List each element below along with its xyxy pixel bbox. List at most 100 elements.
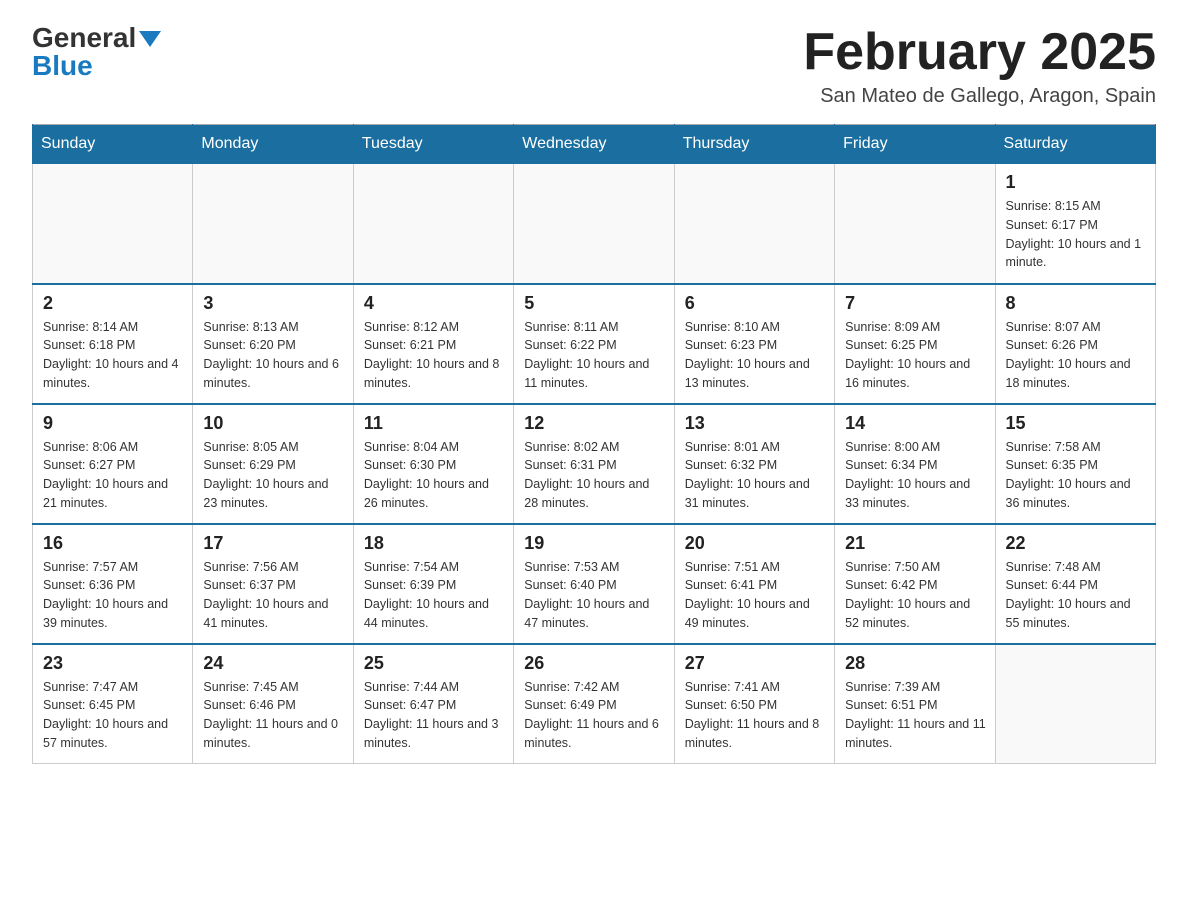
day-info: Sunrise: 8:00 AMSunset: 6:34 PMDaylight:… — [845, 438, 986, 513]
table-row: 27 Sunrise: 7:41 AMSunset: 6:50 PMDayligh… — [674, 644, 834, 764]
header-sunday: Sunday — [33, 125, 193, 164]
day-number: 21 — [845, 533, 986, 554]
day-number: 15 — [1006, 413, 1147, 434]
day-info: Sunrise: 8:09 AMSunset: 6:25 PMDaylight:… — [845, 318, 986, 393]
day-info: Sunrise: 8:07 AMSunset: 6:26 PMDaylight:… — [1006, 318, 1147, 393]
header-saturday: Saturday — [995, 125, 1155, 164]
day-number: 16 — [43, 533, 184, 554]
calendar-subtitle: San Mateo de Gallego, Aragon, Spain — [803, 85, 1156, 108]
table-row — [353, 164, 513, 284]
calendar-week-row: 23 Sunrise: 7:47 AMSunset: 6:45 PMDayligh… — [33, 644, 1156, 764]
title-section: February 2025 San Mateo de Gallego, Arag… — [803, 24, 1156, 108]
table-row — [835, 164, 995, 284]
day-number: 23 — [43, 653, 184, 674]
calendar-header-row: Sunday Monday Tuesday Wednesday Thursday… — [33, 125, 1156, 164]
table-row: 18 Sunrise: 7:54 AMSunset: 6:39 PMDayligh… — [353, 524, 513, 644]
day-number: 25 — [364, 653, 505, 674]
day-info: Sunrise: 7:41 AMSunset: 6:50 PMDaylight:… — [685, 678, 826, 753]
table-row: 19 Sunrise: 7:53 AMSunset: 6:40 PMDayligh… — [514, 524, 674, 644]
day-number: 17 — [203, 533, 344, 554]
header-wednesday: Wednesday — [514, 125, 674, 164]
table-row: 2Sunrise: 8:14 AMSunset: 6:18 PMDaylight… — [33, 284, 193, 404]
day-number: 5 — [524, 293, 665, 314]
day-info: Sunrise: 7:47 AMSunset: 6:45 PMDaylight:… — [43, 678, 184, 753]
table-row: 17 Sunrise: 7:56 AMSunset: 6:37 PMDayligh… — [193, 524, 353, 644]
day-info: Sunrise: 7:48 AMSunset: 6:44 PMDaylight:… — [1006, 558, 1147, 633]
table-row: 3 Sunrise: 8:13 AMSunset: 6:20 PMDaylight… — [193, 284, 353, 404]
table-row: 10 Sunrise: 8:05 AMSunset: 6:29 PMDayligh… — [193, 404, 353, 524]
day-number: 7 — [845, 293, 986, 314]
table-row: 11 Sunrise: 8:04 AMSunset: 6:30 PMDayligh… — [353, 404, 513, 524]
table-row — [674, 164, 834, 284]
day-info: Sunrise: 8:10 AMSunset: 6:23 PMDaylight:… — [685, 318, 826, 393]
day-number: 10 — [203, 413, 344, 434]
day-number: 26 — [524, 653, 665, 674]
day-number: 4 — [364, 293, 505, 314]
table-row: 14 Sunrise: 8:00 AMSunset: 6:34 PMDayligh… — [835, 404, 995, 524]
day-number: 1 — [1006, 172, 1147, 193]
day-info: Sunrise: 8:02 AMSunset: 6:31 PMDaylight:… — [524, 438, 665, 513]
logo: General Blue — [32, 24, 161, 80]
table-row: 6 Sunrise: 8:10 AMSunset: 6:23 PMDaylight… — [674, 284, 834, 404]
table-row: 13Sunrise: 8:01 AMSunset: 6:32 PMDayligh… — [674, 404, 834, 524]
day-info: Sunrise: 8:11 AMSunset: 6:22 PMDaylight:… — [524, 318, 665, 393]
logo-general: General — [32, 24, 136, 52]
day-number: 18 — [364, 533, 505, 554]
day-number: 28 — [845, 653, 986, 674]
calendar-title: February 2025 — [803, 24, 1156, 81]
day-info: Sunrise: 7:53 AMSunset: 6:40 PMDaylight:… — [524, 558, 665, 633]
table-row: 4 Sunrise: 8:12 AMSunset: 6:21 PMDaylight… — [353, 284, 513, 404]
table-row: 26 Sunrise: 7:42 AMSunset: 6:49 PMDayligh… — [514, 644, 674, 764]
table-row: 16 Sunrise: 7:57 AMSunset: 6:36 PMDayligh… — [33, 524, 193, 644]
table-row: 28Sunrise: 7:39 AMSunset: 6:51 PMDayligh… — [835, 644, 995, 764]
table-row — [193, 164, 353, 284]
header-friday: Friday — [835, 125, 995, 164]
day-info: Sunrise: 7:57 AMSunset: 6:36 PMDaylight:… — [43, 558, 184, 633]
calendar-week-row: 1 Sunrise: 8:15 AMSunset: 6:17 PMDaylight… — [33, 164, 1156, 284]
table-row — [995, 644, 1155, 764]
day-info: Sunrise: 8:06 AMSunset: 6:27 PMDaylight:… — [43, 438, 184, 513]
calendar-week-row: 2Sunrise: 8:14 AMSunset: 6:18 PMDaylight… — [33, 284, 1156, 404]
day-info: Sunrise: 7:45 AMSunset: 6:46 PMDaylight:… — [203, 678, 344, 753]
table-row: 1 Sunrise: 8:15 AMSunset: 6:17 PMDaylight… — [995, 164, 1155, 284]
header-thursday: Thursday — [674, 125, 834, 164]
day-number: 8 — [1006, 293, 1147, 314]
day-info: Sunrise: 8:05 AMSunset: 6:29 PMDaylight:… — [203, 438, 344, 513]
table-row: 24 Sunrise: 7:45 AMSunset: 6:46 PMDayligh… — [193, 644, 353, 764]
day-number: 14 — [845, 413, 986, 434]
day-number: 22 — [1006, 533, 1147, 554]
day-number: 9 — [43, 413, 184, 434]
table-row: 12Sunrise: 8:02 AMSunset: 6:31 PMDayligh… — [514, 404, 674, 524]
header-monday: Monday — [193, 125, 353, 164]
day-info: Sunrise: 7:42 AMSunset: 6:49 PMDaylight:… — [524, 678, 665, 753]
calendar-week-row: 9 Sunrise: 8:06 AMSunset: 6:27 PMDaylight… — [33, 404, 1156, 524]
day-info: Sunrise: 7:56 AMSunset: 6:37 PMDaylight:… — [203, 558, 344, 633]
table-row — [514, 164, 674, 284]
table-row: 9 Sunrise: 8:06 AMSunset: 6:27 PMDaylight… — [33, 404, 193, 524]
logo-blue: Blue — [32, 52, 93, 80]
day-info: Sunrise: 8:13 AMSunset: 6:20 PMDaylight:… — [203, 318, 344, 393]
table-row: 5 Sunrise: 8:11 AMSunset: 6:22 PMDaylight… — [514, 284, 674, 404]
day-info: Sunrise: 8:15 AMSunset: 6:17 PMDaylight:… — [1006, 197, 1147, 272]
day-info: Sunrise: 8:14 AMSunset: 6:18 PMDaylight:… — [43, 318, 184, 393]
day-info: Sunrise: 8:04 AMSunset: 6:30 PMDaylight:… — [364, 438, 505, 513]
logo-triangle-icon — [139, 31, 161, 47]
day-info: Sunrise: 7:58 AMSunset: 6:35 PMDaylight:… — [1006, 438, 1147, 513]
day-info: Sunrise: 7:54 AMSunset: 6:39 PMDaylight:… — [364, 558, 505, 633]
day-info: Sunrise: 7:50 AMSunset: 6:42 PMDaylight:… — [845, 558, 986, 633]
day-number: 24 — [203, 653, 344, 674]
day-info: Sunrise: 7:44 AMSunset: 6:47 PMDaylight:… — [364, 678, 505, 753]
calendar-table: Sunday Monday Tuesday Wednesday Thursday… — [32, 124, 1156, 764]
table-row: 23 Sunrise: 7:47 AMSunset: 6:45 PMDayligh… — [33, 644, 193, 764]
table-row: 15 Sunrise: 7:58 AMSunset: 6:35 PMDayligh… — [995, 404, 1155, 524]
day-number: 11 — [364, 413, 505, 434]
day-info: Sunrise: 8:12 AMSunset: 6:21 PMDaylight:… — [364, 318, 505, 393]
day-number: 19 — [524, 533, 665, 554]
table-row: 21 Sunrise: 7:50 AMSunset: 6:42 PMDayligh… — [835, 524, 995, 644]
day-number: 6 — [685, 293, 826, 314]
page-header: General Blue February 2025 San Mateo de … — [32, 24, 1156, 108]
day-number: 27 — [685, 653, 826, 674]
day-number: 3 — [203, 293, 344, 314]
day-info: Sunrise: 8:01 AMSunset: 6:32 PMDaylight:… — [685, 438, 826, 513]
table-row: 7 Sunrise: 8:09 AMSunset: 6:25 PMDaylight… — [835, 284, 995, 404]
